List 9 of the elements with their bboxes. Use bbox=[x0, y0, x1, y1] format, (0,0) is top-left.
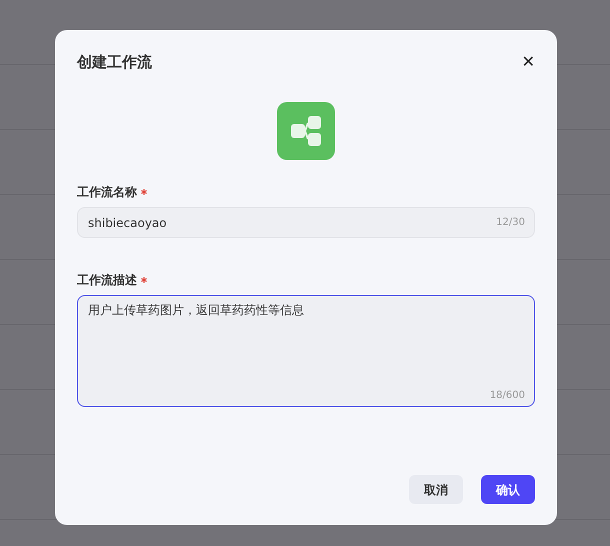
close-button[interactable]: ✕ bbox=[522, 54, 535, 70]
dialog-title: 创建工作流 bbox=[77, 52, 152, 73]
character-counter: 18/600 bbox=[490, 389, 525, 403]
field-label: 工作流名称 bbox=[77, 184, 137, 201]
confirm-button[interactable]: 确认 bbox=[481, 475, 535, 504]
cancel-button[interactable]: 取消 bbox=[409, 475, 463, 504]
field-label: 工作流描述 bbox=[77, 272, 137, 289]
workflow-icon bbox=[277, 102, 335, 160]
character-counter: 12/30 bbox=[496, 216, 525, 230]
